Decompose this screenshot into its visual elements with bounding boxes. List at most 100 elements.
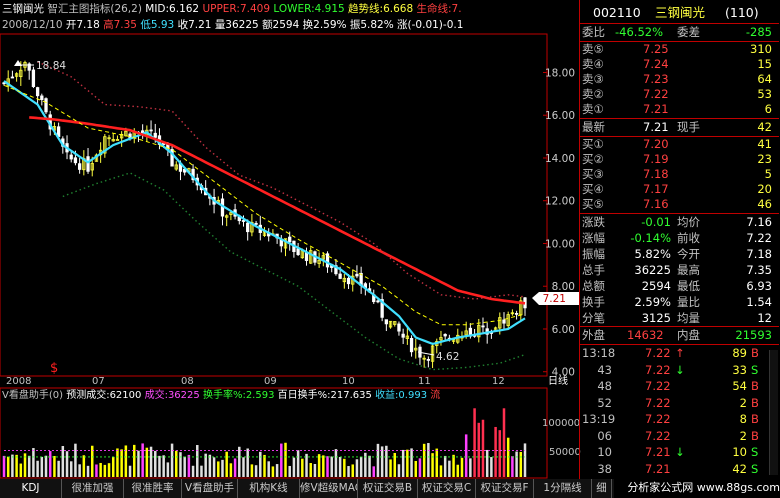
volume-bar bbox=[494, 426, 497, 477]
volume-bar bbox=[280, 443, 283, 477]
tab-8[interactable]: 权证交易C bbox=[418, 479, 476, 498]
ask-price: 7.23 bbox=[643, 72, 669, 86]
volume-bar bbox=[191, 465, 195, 477]
volume-bar bbox=[502, 408, 506, 477]
ask-row[interactable]: 卖① 7.21 6 bbox=[579, 102, 778, 117]
volume-bar bbox=[229, 463, 233, 477]
tab-9[interactable]: 权证交易F bbox=[476, 479, 534, 498]
volume-bar bbox=[246, 448, 249, 477]
ask-label: 卖⑤ bbox=[582, 42, 604, 56]
outer-value: 14632 bbox=[627, 328, 664, 342]
volume-bar bbox=[82, 455, 86, 477]
volume-bar bbox=[498, 430, 502, 477]
stat-row: 换手 2.59% 量比 1.54 bbox=[579, 294, 778, 310]
volume-bar bbox=[170, 443, 174, 477]
stat-value: -0.01 bbox=[641, 215, 671, 229]
current-price-tag-arrow bbox=[532, 292, 539, 305]
tab-7[interactable]: 权证交易B bbox=[358, 479, 418, 498]
ask-label: 卖① bbox=[582, 102, 604, 116]
tab-11[interactable]: 细 bbox=[592, 479, 612, 498]
candle-body bbox=[384, 319, 388, 325]
stat-label: 振幅 bbox=[582, 247, 605, 261]
tick-row[interactable]: 13:18 7.22 ↑ 89 B bbox=[579, 345, 767, 361]
candle-body bbox=[246, 222, 250, 233]
tick-side: S bbox=[751, 461, 759, 476]
volume-bar bbox=[292, 457, 296, 477]
volume-bar bbox=[456, 464, 460, 477]
bid-row[interactable]: 买⑤ 7.16 46 bbox=[579, 197, 778, 212]
tick-row[interactable]: 06 7.22 2 B bbox=[579, 428, 767, 444]
ask-row[interactable]: 卖② 7.22 53 bbox=[579, 87, 778, 102]
volume-bar bbox=[86, 465, 90, 477]
volume-bar bbox=[485, 449, 489, 477]
line-trend bbox=[3, 84, 526, 326]
bid-row[interactable]: 买④ 7.17 20 bbox=[579, 182, 778, 197]
tick-volume: 10 bbox=[732, 445, 747, 459]
candle-body bbox=[10, 76, 15, 79]
tick-row[interactable]: 10 7.21 ↓ 10 S bbox=[579, 444, 767, 460]
tick-price: 7.22 bbox=[645, 412, 671, 426]
tick-row[interactable]: 13:19 7.22 8 B bbox=[579, 411, 767, 427]
tab-3[interactable]: 很准胜率 bbox=[124, 479, 182, 498]
tab-5[interactable]: 机构K线 bbox=[238, 479, 300, 498]
period-label[interactable]: 日线 bbox=[548, 376, 568, 388]
volume-bar bbox=[477, 422, 481, 477]
candle-body bbox=[397, 323, 401, 332]
tick-row[interactable]: 38 7.21 42 S bbox=[579, 461, 767, 477]
volume-bar bbox=[355, 459, 359, 477]
volume-bar bbox=[267, 461, 270, 477]
volume-bar bbox=[221, 459, 224, 477]
volume-bar bbox=[326, 456, 329, 477]
tick-volume: 33 bbox=[732, 362, 747, 377]
candle-body bbox=[35, 87, 40, 97]
volume-bar bbox=[212, 457, 216, 477]
tick-price: 7.22 bbox=[645, 379, 671, 393]
bid-row[interactable]: 买③ 7.18 5 bbox=[579, 167, 778, 182]
volume-bar bbox=[183, 456, 186, 477]
volume-bar bbox=[448, 460, 451, 477]
ask-row[interactable]: 卖⑤ 7.25 310 bbox=[579, 42, 778, 57]
candle-body bbox=[128, 133, 132, 139]
volume-bar bbox=[154, 450, 157, 477]
bid-row[interactable]: 买① 7.20 41 bbox=[579, 137, 778, 152]
volume-bar bbox=[74, 443, 77, 477]
candle-body bbox=[149, 129, 153, 132]
vol-title[interactable]: V看盘助手(0) bbox=[2, 390, 63, 401]
latest-row: 最新 7.21 现手 42 bbox=[579, 118, 778, 136]
volume-bar bbox=[439, 465, 443, 477]
stat-label: 最高 bbox=[677, 263, 700, 277]
tab-2[interactable]: 很准加强 bbox=[62, 479, 124, 498]
candle-body bbox=[409, 338, 414, 353]
volume-bar bbox=[145, 447, 149, 477]
stat-label: 换手 bbox=[582, 295, 605, 309]
stat-row: 分笔 3125 均量 12 bbox=[579, 310, 778, 326]
volume-bar bbox=[233, 458, 237, 477]
stat-value: 7.35 bbox=[746, 263, 772, 277]
weibi-row: 委比 -46.52% 委差 -285 bbox=[579, 23, 778, 41]
candle-body bbox=[288, 236, 292, 243]
tab-4[interactable]: V看盘助手 bbox=[182, 479, 238, 498]
bid-label: 买④ bbox=[582, 182, 604, 196]
volume-bar bbox=[99, 462, 102, 477]
tick-row[interactable]: 52 7.22 2 B bbox=[579, 395, 767, 411]
volume-bar bbox=[464, 434, 468, 477]
tick-volume: 89 bbox=[732, 346, 747, 360]
stat-value: 12 bbox=[757, 311, 772, 325]
volume-bar bbox=[166, 462, 170, 477]
ask-row[interactable]: 卖③ 7.23 64 bbox=[579, 72, 778, 87]
tab-1[interactable]: KDJ bbox=[0, 479, 62, 498]
tab-6[interactable]: 修V超级MACD bbox=[300, 479, 358, 498]
ask-price: 7.22 bbox=[643, 87, 669, 101]
volume-bar bbox=[422, 443, 426, 477]
ask-row[interactable]: 卖④ 7.24 15 bbox=[579, 57, 778, 72]
bid-volume: 5 bbox=[764, 167, 772, 181]
tick-row[interactable]: 48 7.22 54 B bbox=[579, 378, 767, 394]
candle-body bbox=[514, 312, 519, 315]
tick-row[interactable]: 43 7.22 ↓ 33 S bbox=[579, 362, 767, 378]
tick-scrollbar[interactable] bbox=[769, 350, 778, 475]
bid-row[interactable]: 买② 7.19 23 bbox=[579, 152, 778, 167]
kline-chart[interactable]: 4.006.008.0010.0012.0014.0016.0018.00 $ … bbox=[0, 0, 580, 480]
tab-10[interactable]: 1分隔线 bbox=[534, 479, 592, 498]
month-label: 07 bbox=[92, 376, 105, 387]
candle-body bbox=[77, 163, 82, 170]
